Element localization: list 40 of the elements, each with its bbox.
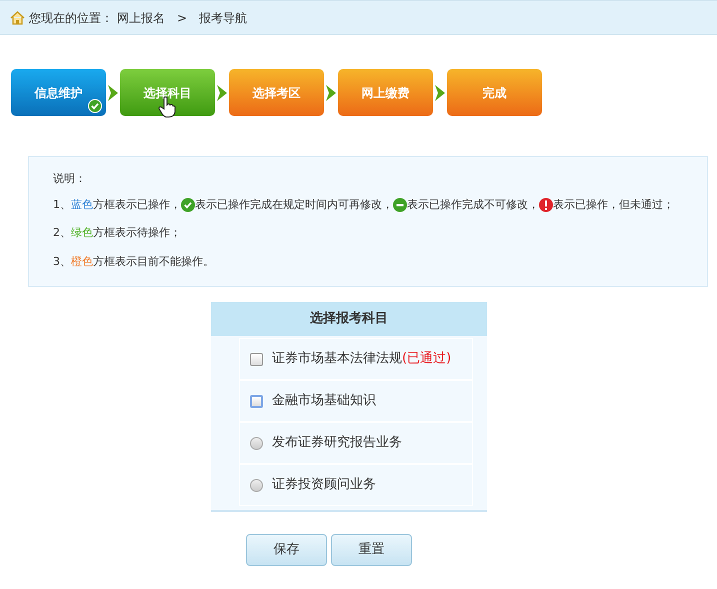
home-icon xyxy=(10,10,25,24)
legend-text: 方框表示已操作， xyxy=(93,196,181,212)
legend-text: 表示已操作完成不可修改， xyxy=(407,196,539,212)
legend-color-word: 蓝色 xyxy=(71,196,93,212)
legend-color-word: 绿色 xyxy=(71,225,93,241)
check-icon xyxy=(88,99,102,113)
checkbox[interactable] xyxy=(250,352,263,366)
step-box[interactable]: 完成 xyxy=(447,69,542,116)
step-box[interactable]: 网上缴费 xyxy=(338,69,433,116)
status-note: (已通过) xyxy=(402,350,452,368)
subject-label: 证券投资顾问业务 xyxy=(272,476,376,494)
radio-button[interactable] xyxy=(250,478,263,492)
legend-text: 表示已操作，但未通过； xyxy=(553,196,674,212)
legend-text: 1、 xyxy=(53,196,71,212)
legend-text: 2、 xyxy=(53,225,71,241)
legend-color-word: 橙色 xyxy=(71,254,93,270)
arrow-icon xyxy=(326,84,336,100)
step-box[interactable]: 选择考区 xyxy=(229,69,324,116)
legend-text: 3、 xyxy=(53,254,71,270)
location-label: 您现在的位置： xyxy=(29,10,113,26)
legend-text: 方框表示目前不能操作。 xyxy=(93,254,214,270)
legend-text: 方框表示待操作； xyxy=(93,225,181,241)
reset-button[interactable]: 重置 xyxy=(331,534,412,566)
legend-text: 表示已操作完成在规定时间内可再修改， xyxy=(195,196,393,212)
subject-label: 证券市场基本法律法规 xyxy=(272,350,402,368)
checkbox[interactable] xyxy=(250,394,263,408)
save-button[interactable]: 保存 xyxy=(246,534,327,566)
arrow-icon xyxy=(108,84,118,100)
arrow-icon xyxy=(217,84,227,100)
breadcrumb-item[interactable]: 报考导航 xyxy=(199,8,248,26)
breadcrumb-separator: > xyxy=(177,10,188,26)
arrow-icon xyxy=(435,84,445,100)
breadcrumb-item[interactable]: 网上报名 xyxy=(117,8,165,26)
step-box[interactable]: 选择科目 xyxy=(120,69,215,116)
radio-button[interactable] xyxy=(250,436,263,450)
panel-header: 选择报考科目 xyxy=(211,302,487,336)
legend-title: 说明： xyxy=(53,171,87,187)
subject-label: 发布证券研究报告业务 xyxy=(272,434,402,452)
subject-label: 金融市场基础知识 xyxy=(272,392,376,410)
step-box[interactable]: 信息维护 xyxy=(11,69,106,116)
